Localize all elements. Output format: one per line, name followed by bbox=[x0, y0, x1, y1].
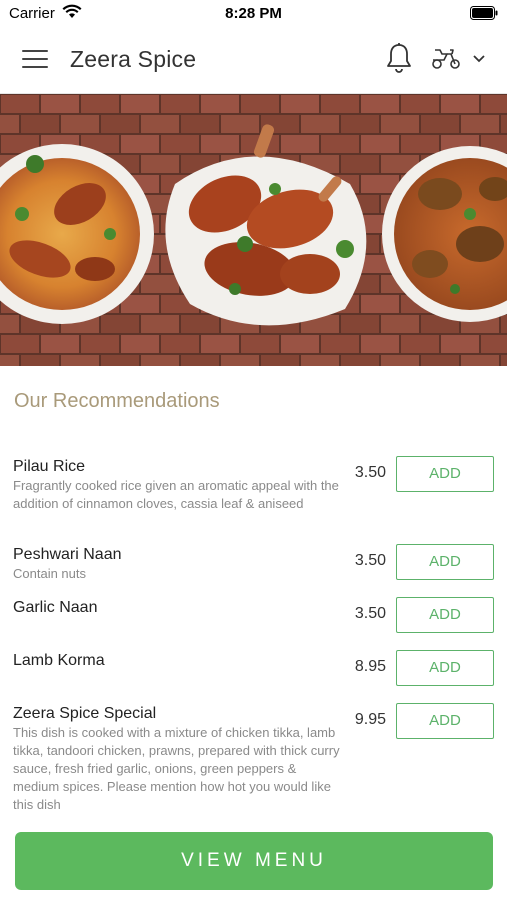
hero-food-illustration bbox=[0, 94, 507, 366]
item-description: This dish is cooked with a mixture of ch… bbox=[13, 725, 340, 812]
view-menu-button[interactable]: VIEW MENU bbox=[15, 832, 493, 890]
item-price: 8.95 bbox=[354, 658, 386, 675]
status-bar: Carrier 8:28 PM bbox=[0, 0, 507, 26]
item-price: 3.50 bbox=[354, 605, 386, 622]
item-name: Lamb Korma bbox=[13, 652, 105, 669]
bell-icon[interactable] bbox=[385, 42, 413, 74]
section-title: Our Recommendations bbox=[14, 390, 220, 412]
status-time: 8:28 PM bbox=[225, 5, 282, 22]
add-button[interactable]: ADD bbox=[396, 544, 494, 580]
add-button[interactable]: ADD bbox=[396, 597, 494, 633]
battery-icon bbox=[470, 6, 498, 20]
add-button[interactable]: ADD bbox=[396, 456, 494, 492]
item-price: 3.50 bbox=[354, 464, 386, 481]
app-title: Zeera Spice bbox=[70, 46, 197, 72]
chevron-down-icon[interactable] bbox=[472, 54, 486, 64]
scooter-icon[interactable] bbox=[430, 46, 462, 70]
item-name: Zeera Spice Special bbox=[13, 705, 157, 722]
item-price: 3.50 bbox=[354, 552, 386, 569]
item-description: Contain nuts bbox=[13, 566, 86, 581]
app-header: Zeera Spice bbox=[0, 26, 507, 94]
item-price: 9.95 bbox=[354, 711, 386, 728]
add-button[interactable]: ADD bbox=[396, 703, 494, 739]
item-description: Fragrantly cooked rice given an aromatic… bbox=[13, 478, 339, 511]
add-button[interactable]: ADD bbox=[396, 650, 494, 686]
hero-food-image bbox=[0, 94, 507, 366]
item-name: Pilau Rice bbox=[13, 458, 86, 475]
item-name: Garlic Naan bbox=[13, 599, 98, 616]
hamburger-menu-icon[interactable] bbox=[22, 50, 48, 70]
item-name: Peshwari Naan bbox=[13, 546, 122, 563]
